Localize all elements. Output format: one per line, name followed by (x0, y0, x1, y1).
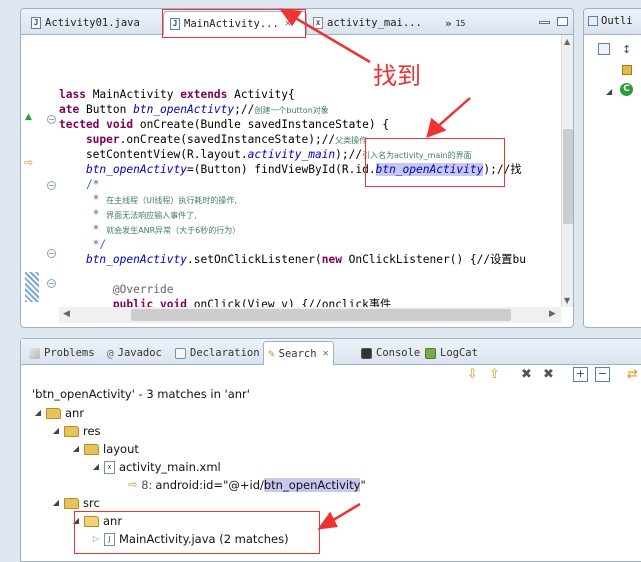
arrow-to-tree (329, 502, 361, 524)
arrow-to-tab (291, 14, 371, 64)
annotation-arrows (279, 8, 471, 530)
arrow-head (317, 511, 338, 530)
arrow-to-code (435, 97, 471, 129)
arrow-head (279, 8, 303, 27)
